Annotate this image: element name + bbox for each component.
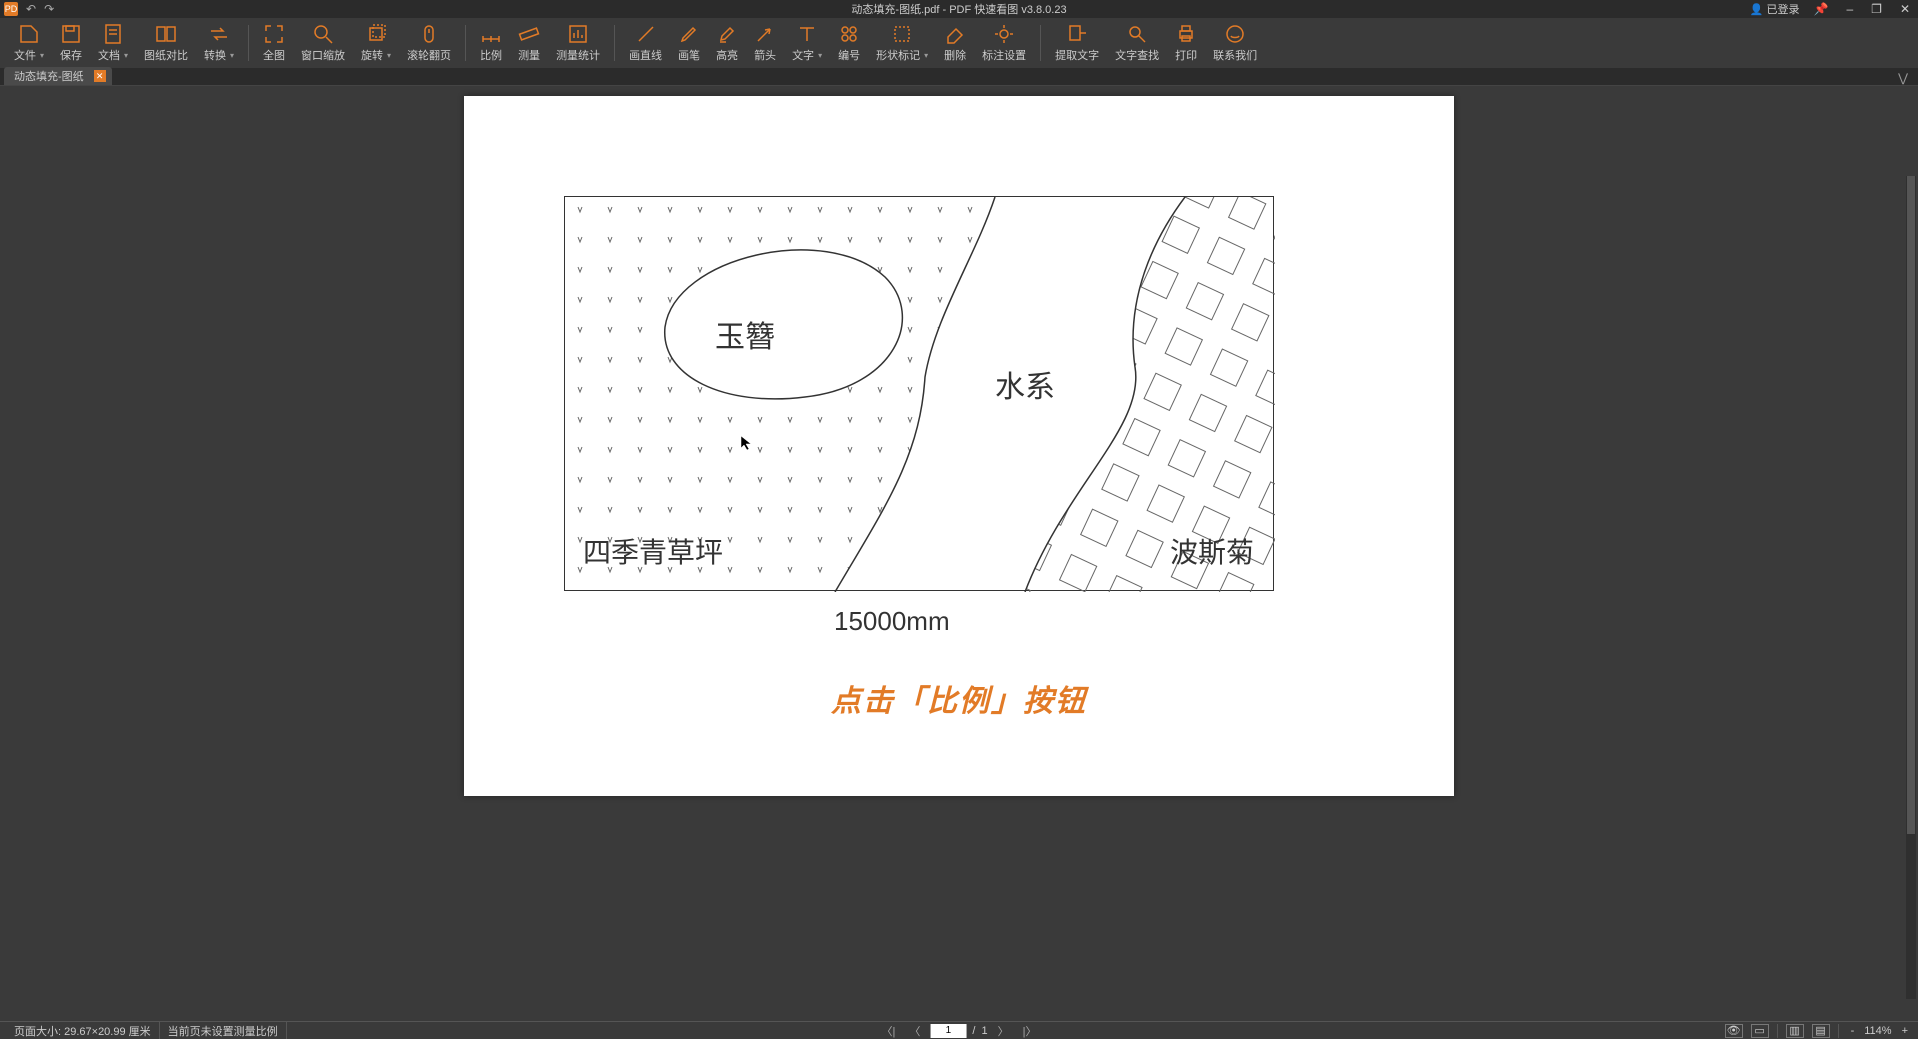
maximize-button[interactable]: ❐ bbox=[1867, 2, 1886, 16]
zoom-level-label: 114% bbox=[1864, 1025, 1891, 1037]
measure-stats-button[interactable]: 测量统计 bbox=[548, 18, 608, 68]
instruction-annotation: 点击「比例」按钮 bbox=[464, 676, 1454, 720]
compare-button[interactable]: 图纸对比 bbox=[136, 18, 196, 68]
tab-strip: 动态填充-图纸 ✕ ⋁ bbox=[0, 68, 1918, 86]
zoom-in-button[interactable]: + bbox=[1898, 1025, 1912, 1037]
view-mode-grid1[interactable]: ▥ bbox=[1786, 1024, 1804, 1038]
toolbar-ribbon: 文件 保存 文档 图纸对比 转换 全图 窗口缩放 旋转 滚轮翻页 比例 测量 测… bbox=[0, 18, 1918, 68]
print-button[interactable]: 打印 bbox=[1167, 18, 1205, 68]
window-zoom-button[interactable]: 窗口缩放 bbox=[293, 18, 353, 68]
view-mode-doc[interactable]: ▭ bbox=[1751, 1024, 1769, 1038]
drawing-label-4: 波斯菊 bbox=[1170, 537, 1254, 569]
arrow-button[interactable]: 箭头 bbox=[746, 18, 784, 68]
number-button[interactable]: 编号 bbox=[830, 18, 868, 68]
measure-button[interactable]: 测量 bbox=[510, 18, 548, 68]
extract-text-button[interactable]: 提取文字 bbox=[1047, 18, 1107, 68]
drawing-svg: 玉簪 水系 四季青草坪 波斯菊 bbox=[565, 197, 1275, 592]
scale-status-label: 当前页未设置测量比例 bbox=[160, 1022, 287, 1039]
rotate-button[interactable]: 旋转 bbox=[353, 18, 399, 68]
page-size-label: 页面大小: 29.67×20.99 厘米 bbox=[6, 1022, 160, 1039]
text-button[interactable]: 文字 bbox=[784, 18, 830, 68]
document-button[interactable]: 文档 bbox=[90, 18, 136, 68]
drawing-label-3: 四季青草坪 bbox=[583, 537, 723, 569]
close-button[interactable]: ✕ bbox=[1896, 2, 1914, 16]
separator bbox=[1777, 1024, 1778, 1038]
find-text-button[interactable]: 文字查找 bbox=[1107, 18, 1167, 68]
app-logo-icon: PD bbox=[4, 2, 18, 16]
pen-button[interactable]: 画笔 bbox=[670, 18, 708, 68]
separator bbox=[1838, 1024, 1839, 1038]
page-first-button[interactable]: 〈| bbox=[878, 1023, 900, 1039]
shape-mark-button[interactable]: 形状标记 bbox=[868, 18, 936, 68]
dimension-label: 15000mm bbox=[834, 606, 950, 637]
scale-button[interactable]: 比例 bbox=[472, 18, 510, 68]
canvas-area[interactable]: 玉簪 水系 四季青草坪 波斯菊 15000mm 点击「比例」按钮 bbox=[0, 86, 1918, 1021]
page-next-button[interactable]: 〉 bbox=[994, 1023, 1013, 1039]
status-bar: 页面大小: 29.67×20.99 厘米 当前页未设置测量比例 〈| 〈 / 1… bbox=[0, 1021, 1918, 1039]
drawing-frame: 玉簪 水系 四季青草坪 波斯菊 bbox=[564, 196, 1274, 591]
page-number-input[interactable] bbox=[930, 1024, 966, 1038]
scroll-page-button[interactable]: 滚轮翻页 bbox=[399, 18, 459, 68]
tab-close-button[interactable]: ✕ bbox=[94, 70, 106, 82]
highlight-button[interactable]: 高亮 bbox=[708, 18, 746, 68]
separator bbox=[1040, 25, 1041, 61]
convert-button[interactable]: 转换 bbox=[196, 18, 242, 68]
view-mode-grid2[interactable]: ▤ bbox=[1812, 1024, 1830, 1038]
separator bbox=[248, 25, 249, 61]
page-navigator: 〈| 〈 / 1 〉 |〉 bbox=[878, 1023, 1041, 1039]
user-login-status[interactable]: 👤 已登录 bbox=[1750, 1, 1800, 17]
page-sep: / bbox=[972, 1025, 975, 1037]
drawing-label-2: 水系 bbox=[995, 371, 1055, 404]
undo-button[interactable]: ↶ bbox=[26, 2, 36, 16]
separator bbox=[614, 25, 615, 61]
pin-button[interactable]: 📌 bbox=[1810, 2, 1833, 16]
contact-button[interactable]: 联系我们 bbox=[1205, 18, 1265, 68]
redo-button[interactable]: ↷ bbox=[44, 2, 54, 16]
title-bar: PD ↶ ↷ 动态填充-图纸.pdf - PDF 快速看图 v3.8.0.23 … bbox=[0, 0, 1918, 18]
document-tab[interactable]: 动态填充-图纸 ✕ bbox=[4, 67, 112, 85]
pdf-page: 玉簪 水系 四季青草坪 波斯菊 15000mm 点击「比例」按钮 bbox=[464, 96, 1454, 796]
zoom-out-button[interactable]: - bbox=[1847, 1025, 1859, 1037]
scrollbar-thumb[interactable] bbox=[1907, 176, 1915, 834]
window-title: 动态填充-图纸.pdf - PDF 快速看图 v3.8.0.23 bbox=[851, 1, 1066, 17]
view-mode-single[interactable]: 👁 bbox=[1725, 1024, 1743, 1038]
save-button[interactable]: 保存 bbox=[52, 18, 90, 68]
delete-button[interactable]: 删除 bbox=[936, 18, 974, 68]
page-last-button[interactable]: |〉 bbox=[1019, 1023, 1041, 1039]
page-prev-button[interactable]: 〈 bbox=[905, 1023, 924, 1039]
minimize-button[interactable]: – bbox=[1842, 2, 1857, 16]
tabstrip-expand-button[interactable]: ⋁ bbox=[1888, 71, 1918, 85]
tab-label: 动态填充-图纸 bbox=[14, 68, 84, 84]
vertical-scrollbar[interactable] bbox=[1906, 176, 1916, 999]
page-total: 1 bbox=[981, 1025, 987, 1037]
fullview-button[interactable]: 全图 bbox=[255, 18, 293, 68]
draw-line-button[interactable]: 画直线 bbox=[621, 18, 670, 68]
annotation-settings-button[interactable]: 标注设置 bbox=[974, 18, 1034, 68]
drawing-label-1: 玉簪 bbox=[715, 321, 775, 354]
file-button[interactable]: 文件 bbox=[6, 18, 52, 68]
user-icon: 👤 bbox=[1750, 4, 1764, 16]
separator bbox=[465, 25, 466, 61]
